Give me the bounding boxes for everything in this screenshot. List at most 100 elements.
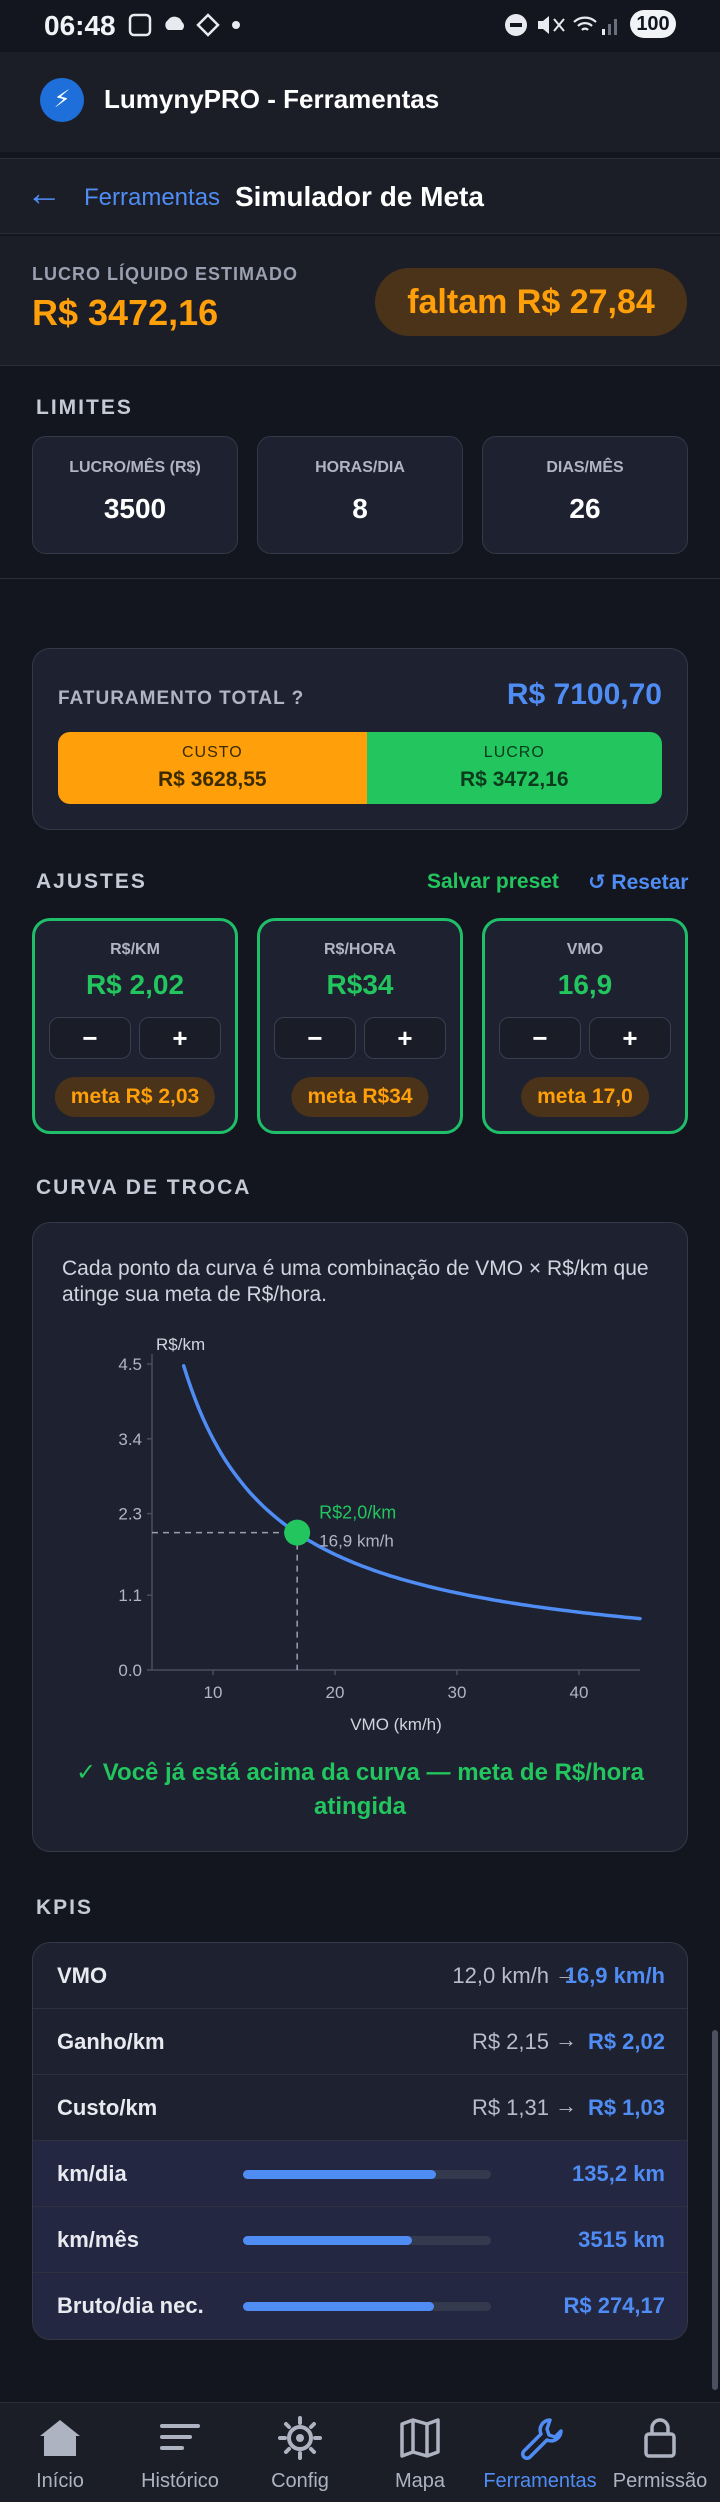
y-tick-label: 2.3 <box>118 1505 142 1524</box>
current-point <box>284 1519 311 1546</box>
nav-item-config[interactable]: Config <box>240 2416 360 2493</box>
limit-card-profit[interactable]: LUCRO/MÊS (R$) 3500 <box>32 436 238 554</box>
remaining-badge: faltam R$ 27,84 <box>375 268 687 336</box>
y-tick-label: 0.0 <box>118 1661 142 1680</box>
status-time: 06:48 <box>44 10 116 41</box>
increment-button[interactable]: + <box>364 1017 446 1059</box>
curve-description: Cada ponto da curva é uma combinação de … <box>62 1257 649 1306</box>
adjust-label: R$/HORA <box>323 941 396 958</box>
home-icon <box>40 2420 80 2456</box>
target-badge: meta R$ 2,03 <box>54 1077 216 1117</box>
limit-value: 3500 <box>103 493 167 524</box>
gear-icon <box>278 2416 322 2460</box>
kpi-name: VMO <box>57 1963 108 1988</box>
map-icon <box>400 2418 440 2458</box>
increment-button[interactable]: + <box>139 1017 221 1059</box>
y-axis-label: R$/km <box>156 1335 205 1354</box>
kpi-name: km/mês <box>57 2227 139 2252</box>
cost-segment: CUSTO R$ 3628,55 <box>58 732 367 804</box>
nav-item-ferramentas[interactable]: Ferramentas <box>480 2416 600 2493</box>
adjust-value: 16,9 <box>557 969 613 1000</box>
nav-item-historico[interactable]: Histórico <box>120 2416 240 2493</box>
x-tick-label: 40 <box>570 1683 589 1702</box>
kpi-progress-bar <box>243 2302 491 2311</box>
kpi-progress-bar <box>243 2236 491 2245</box>
reset-button[interactable]: ↺ Resetar <box>588 870 688 895</box>
adjustments-section-title: AJUSTES <box>36 870 147 893</box>
decrement-button[interactable]: − <box>49 1017 131 1059</box>
kpi-name: Custo/km <box>57 2095 158 2120</box>
target-badge: meta 17,0 <box>521 1077 649 1117</box>
limit-label: LUCRO/MÊS (R$) <box>69 459 201 476</box>
kpi-to: R$ 2,02 <box>587 2029 665 2054</box>
decrement-button[interactable]: − <box>499 1017 581 1059</box>
nav-label: Histórico <box>141 2470 219 2492</box>
point-label-rate: R$2,0/km <box>319 1503 396 1523</box>
nav-item-permissao[interactable]: Permissão <box>600 2416 720 2493</box>
save-preset-button[interactable]: Salvar preset <box>427 870 559 894</box>
adjust-value: R$34 <box>326 969 394 1000</box>
limit-label: DIAS/MÊS <box>546 459 624 476</box>
limit-label: HORAS/DIA <box>315 459 405 476</box>
status-system-icons <box>505 14 617 36</box>
scrollbar[interactable] <box>712 2030 718 2390</box>
revenue-split-bar: CUSTO R$ 3628,55 LUCRO R$ 3472,16 <box>58 732 662 804</box>
kpi-progress-fill <box>243 2236 412 2245</box>
divider <box>0 578 720 579</box>
adjust-card-rate-hour: R$/HORA R$34 − + meta R$34 <box>257 918 463 1134</box>
adjust-label: R$/KM <box>110 941 160 958</box>
target-badge: meta R$34 <box>291 1077 429 1117</box>
nav-label: Config <box>271 2470 329 2492</box>
app-title: LumynyPRO - Ferramentas <box>104 84 440 114</box>
kpi-from: R$ 1,31 <box>471 2095 549 2120</box>
point-label-vmo: 16,9 km/h <box>319 1532 394 1551</box>
kpi-row-gain-km: Ganho/km R$ 2,15 → R$ 2,02 <box>33 2009 687 2075</box>
kpi-row-km-day: km/dia 135,2 km <box>33 2141 687 2207</box>
bolt-icon: ⚡ <box>40 78 84 122</box>
nav-label: Mapa <box>394 2470 446 2492</box>
net-profit-label: LUCRO LÍQUIDO ESTIMADO <box>32 264 298 284</box>
kpi-row-km-month: km/mês 3515 km <box>33 2207 687 2273</box>
kpis-section-title: KPIS <box>36 1896 94 1919</box>
revenue-label[interactable]: FATURAMENTO TOTAL ? <box>58 688 304 710</box>
tradeoff-curve <box>181 1364 642 1621</box>
kpi-to: R$ 274,17 <box>563 2293 665 2318</box>
increment-button[interactable]: + <box>589 1017 671 1059</box>
y-tick-label: 4.5 <box>118 1355 142 1374</box>
adjust-card-rate-km: R$/KM R$ 2,02 − + meta R$ 2,03 <box>32 918 238 1134</box>
profit-segment: LUCRO R$ 3472,16 <box>366 732 662 804</box>
limits-section-title: LIMITES <box>36 396 133 419</box>
kpi-from: R$ 2,15 <box>471 2029 549 2054</box>
kpi-row-vmo: VMO 12,0 km/h → 16,9 km/h <box>33 1943 687 2009</box>
kpi-name: Bruto/dia nec. <box>57 2293 204 2318</box>
lock-icon <box>644 2418 676 2458</box>
curve-section-title: CURVA DE TROCA <box>36 1176 252 1199</box>
x-tick-label: 10 <box>204 1683 223 1702</box>
limit-card-days[interactable]: DIAS/MÊS 26 <box>482 436 688 554</box>
adjust-value: R$ 2,02 <box>85 969 185 1000</box>
kpi-arrow: → <box>555 2027 577 2052</box>
cost-value: R$ 3628,55 <box>158 768 267 791</box>
x-axis-label: VMO (km/h) <box>350 1715 442 1734</box>
breadcrumb-parent-link[interactable]: Ferramentas <box>84 184 220 212</box>
x-tick-label: 20 <box>326 1683 345 1702</box>
limit-card-hours[interactable]: HORAS/DIA 8 <box>257 436 463 554</box>
net-profit-value: R$ 3472,16 <box>32 292 219 333</box>
nav-label: Ferramentas <box>483 2470 597 2492</box>
adjust-card-vmo: VMO 16,9 − + meta 17,0 <box>482 918 688 1134</box>
kpi-progress-bar <box>243 2170 491 2179</box>
cost-label: CUSTO <box>181 744 243 761</box>
decrement-button[interactable]: − <box>274 1017 356 1059</box>
kpi-row-cost-km: Custo/km R$ 1,31 → R$ 1,03 <box>33 2075 687 2141</box>
kpi-row-gross-day: Bruto/dia nec. R$ 274,17 <box>33 2273 687 2339</box>
kpi-arrow: → <box>555 2093 577 2118</box>
nav-item-inicio[interactable]: Início <box>0 2416 120 2493</box>
tradeoff-chart: 4.5 3.4 2.3 1.1 0.0 10 20 30 40 R$/km VMO (km/h) R$… <box>118 1335 642 1734</box>
back-arrow-icon[interactable]: ← <box>26 172 62 214</box>
kpi-progress-fill <box>243 2170 437 2179</box>
nav-label: Início <box>36 2470 84 2492</box>
status-notification-icons <box>128 13 240 37</box>
nav-item-mapa[interactable]: Mapa <box>360 2416 480 2493</box>
revenue-value: R$ 7100,70 <box>506 678 662 711</box>
wrench-icon <box>521 2418 563 2460</box>
